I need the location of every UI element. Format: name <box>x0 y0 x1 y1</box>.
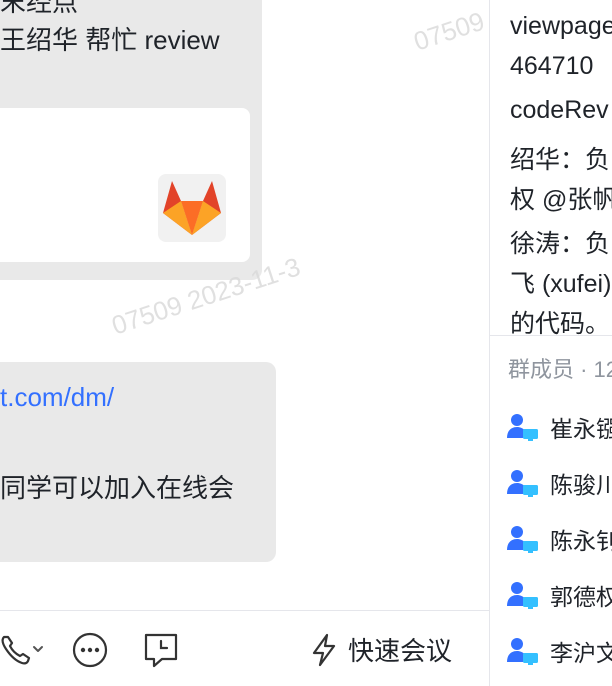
announcement-line: 绍华：负 <box>510 146 611 174</box>
phone-icon <box>1 635 43 665</box>
more-icon <box>72 632 108 668</box>
member-name: 郭德权 <box>550 584 612 610</box>
lightning-icon <box>312 633 336 666</box>
message-text-fragment: 末经点 <box>0 0 79 17</box>
member-name: 陈永钊 <box>550 528 612 554</box>
member-item[interactable]: 陈永钊 <box>506 522 612 556</box>
message-text: 王绍华 帮忙 review <box>0 25 220 55</box>
announcement-line: 徐涛：负 <box>510 230 611 258</box>
member-item[interactable]: 郭德权 <box>506 578 612 612</box>
announcement-line: codeRev <box>510 96 609 124</box>
member-user-icon <box>507 414 538 441</box>
divider <box>490 335 612 336</box>
member-item[interactable]: 陈骏川 <box>506 466 612 500</box>
member-item[interactable]: 崔永镪 <box>506 410 612 444</box>
members-title[interactable]: 群成员 · 12 <box>508 352 612 384</box>
chat-toolbar: 快速会议 <box>0 611 489 686</box>
announcement-line: viewpage <box>510 12 612 40</box>
member-user-icon <box>507 526 538 553</box>
gitlab-icon <box>158 174 226 242</box>
member-item[interactable]: 李沪文 <box>506 634 612 668</box>
member-user-icon <box>507 470 538 497</box>
announcement-line: 权 @张帆 <box>510 186 612 214</box>
quick-meeting-label: 快速会议 <box>348 636 453 666</box>
group-info-panel: viewpage 464710 codeRev 绍华：负 权 @张帆 徐涛：负 … <box>490 0 612 686</box>
chat-area: 末经点 王绍华 帮忙 review 07509 07509 2023-11-3 … <box>0 0 489 686</box>
clock-message-icon <box>144 633 178 668</box>
announcement-line: 464710 <box>510 52 594 80</box>
gitlab-link-card[interactable] <box>0 108 250 262</box>
member-user-icon <box>507 638 538 665</box>
member-name: 李沪文 <box>550 640 612 666</box>
quick-meeting-button[interactable]: 快速会议 <box>310 631 452 668</box>
member-name: 崔永镪 <box>550 416 612 442</box>
member-name: 陈骏川 <box>550 472 612 498</box>
message-text: 同学可以加入在线会 <box>0 473 235 503</box>
member-user-icon <box>507 582 538 609</box>
watermark: 07509 <box>410 5 489 57</box>
announcement-line: 飞 (xufei) <box>510 270 612 298</box>
call-button[interactable] <box>0 633 48 667</box>
history-button[interactable] <box>142 631 180 669</box>
message-link[interactable]: t.com/dm/ <box>0 382 114 413</box>
more-button[interactable] <box>72 632 108 668</box>
